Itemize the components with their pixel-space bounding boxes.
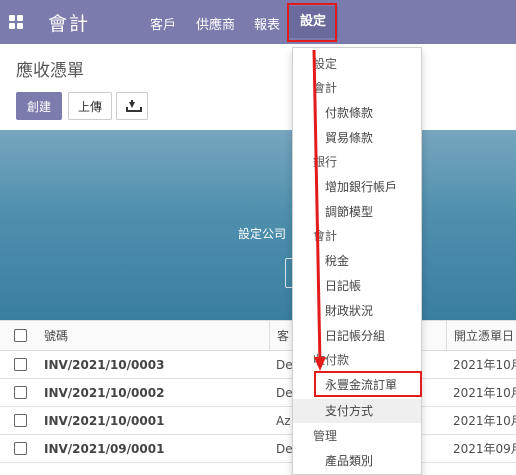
page-title: 應收憑單 [16,61,84,81]
row-number: INV/2021/10/0003 [44,357,165,372]
menu-reports[interactable]: 報表 [254,14,280,33]
header-invoice-date[interactable]: 開立憑單日 [446,321,516,350]
create-button[interactable]: 創建 [16,92,62,120]
table-header: 號碼 客 開立憑單日 [0,320,516,351]
section-banks: 銀行 [313,155,338,169]
upload-button[interactable]: 上傳 [68,92,112,120]
download-icon [126,100,142,112]
table-row[interactable]: INV/2021/10/0001 Az 2021年10月 [0,407,516,435]
menu-vendors[interactable]: 供應商 [196,14,235,33]
section-management: 管理 [313,429,338,443]
app-title: 會計 [48,13,91,35]
row-date: 2021年10月 [453,414,516,428]
apps-grid-icon[interactable] [9,15,23,29]
table-row[interactable]: INV/2021/09/0001 De 2021年09月 [0,435,516,463]
menu-item-fiscal-positions[interactable]: 財政狀況 [293,299,421,323]
annotation-box-menu [287,3,337,42]
select-all-checkbox[interactable] [14,329,27,342]
menu-item-payment-terms[interactable]: 付款條款 [293,101,421,125]
onboarding-banner: 設定公司 [0,130,516,320]
menu-item-payment-methods[interactable]: 支付方式 [293,399,421,423]
table-row[interactable]: INV/2021/10/0002 De 2021年10月 [0,379,516,407]
row-date: 2021年10月 [453,386,516,400]
banner-text: 設定公司 [238,227,287,241]
menu-item-add-bank[interactable]: 增加銀行帳戶 [293,175,421,199]
row-checkbox[interactable] [14,442,27,455]
table-row[interactable]: INV/2021/10/0003 De 2021年10月 [0,351,516,379]
section-accounting: 會計 [313,81,338,95]
row-date: 2021年09月 [453,442,516,456]
row-checkbox[interactable] [14,386,27,399]
menu-item-incoterms[interactable]: 貿易條款 [293,126,421,150]
menu-customers[interactable]: 客戶 [150,14,176,33]
menu-item-journal-groups[interactable]: 日記帳分組 [293,324,421,348]
row-number: INV/2021/10/0002 [44,385,165,400]
annotation-box-target-item [314,371,422,397]
menu-item-product-categories[interactable]: 產品類別 [293,449,421,473]
row-number: INV/2021/10/0001 [44,413,165,428]
row-checkbox[interactable] [14,358,27,371]
top-navbar: 會計 客戶 供應商 報表 設定 [0,0,516,44]
configuration-dropdown: 設定 會計 付款條款 貿易條款 銀行 增加銀行帳戶 調節模型 會計 稅金 日記帳… [292,47,422,475]
section-accounting-2: 會計 [313,229,338,243]
menu-item-taxes[interactable]: 稅金 [293,249,421,273]
menu-item-journals[interactable]: 日記帳 [293,274,421,298]
download-button[interactable] [116,92,148,120]
header-number[interactable]: 號碼 [44,321,269,350]
row-number: INV/2021/09/0001 [44,441,165,456]
row-checkbox[interactable] [14,414,27,427]
menu-item-reconciliation-models[interactable]: 調節模型 [293,200,421,224]
section-settings[interactable]: 設定 [293,52,421,76]
section-payments: 收付款 [313,353,350,367]
row-date: 2021年10月 [453,358,516,372]
invoice-table: 號碼 客 開立憑單日 INV/2021/10/0003 De 2021年10月 … [0,320,516,463]
